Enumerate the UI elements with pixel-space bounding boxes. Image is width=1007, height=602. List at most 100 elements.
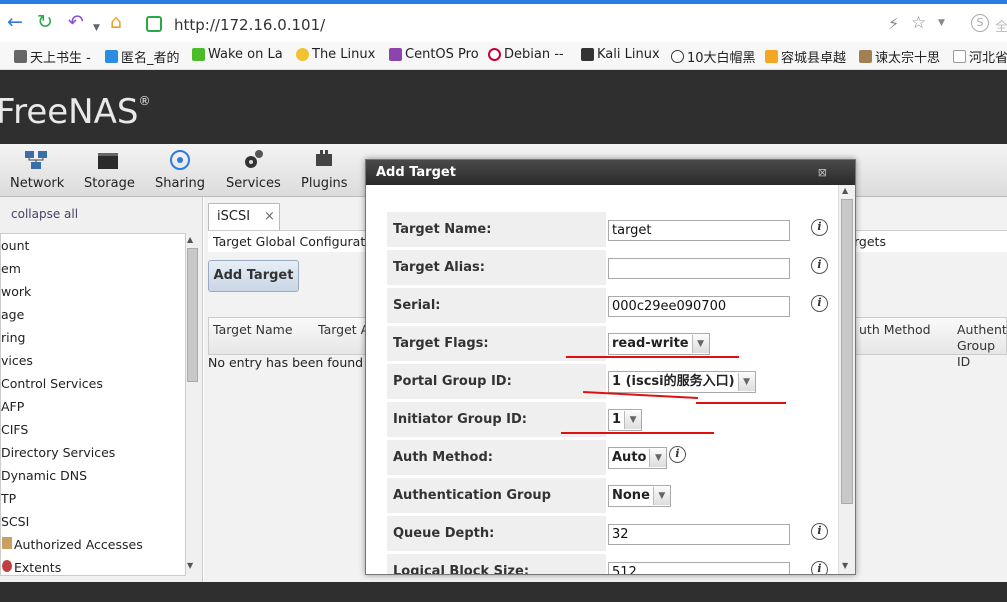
add-target-button[interactable]: Add Target (208, 260, 299, 292)
bookmark[interactable]: 10大白帽黑 (671, 47, 756, 66)
add-target-dialog: Add Target ⊠ Target Name: target Target … (365, 159, 856, 575)
bookmark[interactable]: 匿名_者的 (105, 47, 180, 66)
auth-group-select[interactable]: None ▼ (608, 485, 671, 507)
tree-item[interactable]: TP (1, 491, 16, 506)
target-flags-select[interactable]: read-write ▼ (608, 333, 710, 355)
tree-item[interactable]: Dynamic DNS (1, 468, 87, 483)
lightning-icon[interactable]: ⚡ (888, 14, 899, 33)
info-icon[interactable]: i (811, 219, 828, 236)
tree-item[interactable]: Extents (2, 560, 61, 575)
field-logical-block-size: Logical Block Size: 512 (387, 554, 807, 574)
info-icon[interactable]: i (811, 561, 828, 574)
column-header[interactable]: Authenti Group ID (957, 322, 1007, 370)
bookmark[interactable]: Debian -- (488, 47, 564, 62)
tree-item[interactable]: ring (1, 330, 25, 345)
bookmark[interactable]: The Linux (296, 47, 375, 62)
tab-close-icon[interactable]: × (264, 209, 275, 224)
bookmark[interactable]: 天上书生 - (14, 47, 91, 66)
undo-icon[interactable]: ↶ (68, 12, 84, 32)
lock-icon (2, 537, 12, 549)
scroll-down-icon[interactable]: ▼ (187, 561, 193, 570)
tree-item[interactable]: vices (1, 353, 33, 368)
column-header[interactable]: uth Method (859, 322, 931, 338)
scroll-up-icon[interactable]: ▲ (187, 235, 193, 244)
field-label: Queue Depth: (387, 516, 606, 551)
star-icon[interactable]: ☆ (911, 13, 926, 33)
tree-item[interactable]: em (1, 261, 21, 276)
bookmark[interactable]: Kali Linux (581, 47, 660, 62)
chevron-down-icon: ▼ (652, 487, 670, 505)
info-icon[interactable]: i (811, 257, 828, 274)
bookmark[interactable]: 河北省 (953, 47, 1007, 66)
bookmark[interactable]: Wake on La (192, 47, 283, 62)
scroll-down-icon[interactable]: ▼ (842, 561, 848, 570)
target-alias-input[interactable] (608, 258, 790, 279)
auth-method-select[interactable]: Auto ▼ (608, 447, 668, 469)
info-icon[interactable]: i (669, 446, 686, 463)
tux-icon (296, 48, 309, 61)
subtab-global-config[interactable]: Target Global Configuratio (213, 234, 376, 249)
centos-icon (389, 48, 402, 61)
bookmark-icon (14, 50, 27, 63)
browser-toolbar: ← ↻ ↶ ▼ ⌂ http://172.16.0.101/ ⚡ ☆ ▼ S 全 (0, 0, 1007, 42)
bookmark-icon (765, 50, 778, 63)
nav-tree: ount em work age ring vices Control Serv… (0, 233, 186, 576)
toolbar-services[interactable]: Services (226, 148, 281, 191)
initiator-group-select[interactable]: 1 ▼ (608, 409, 643, 431)
bookmark[interactable]: 容城县卓越 (765, 47, 846, 66)
tree-item[interactable]: SCSI (1, 514, 29, 529)
subtab-targets[interactable]: rgets (854, 234, 886, 249)
tree-item[interactable]: work (1, 284, 31, 299)
home-icon[interactable]: ⌂ (110, 12, 122, 32)
field-queue-depth: Queue Depth: 32 (387, 516, 807, 551)
tree-item[interactable]: age (1, 307, 24, 322)
queue-depth-input[interactable]: 32 (608, 524, 790, 545)
chevron-down-icon: ▼ (649, 449, 667, 467)
tab-iscsi[interactable]: iSCSI × (208, 203, 280, 230)
chevron-down-icon: ▼ (624, 411, 642, 429)
close-icon[interactable]: ⊠ (818, 166, 827, 179)
tree-item[interactable]: Directory Services (1, 445, 115, 460)
tree-item[interactable]: ount (1, 238, 29, 253)
toolbar-network[interactable]: Network (10, 148, 64, 191)
red-underline-annotation (696, 402, 786, 404)
address-bar[interactable]: http://172.16.0.101/ (174, 12, 1004, 38)
scroll-thumb[interactable] (841, 199, 853, 504)
app-header: FreeNAS® (0, 70, 1007, 144)
logical-block-size-input[interactable]: 512 (608, 562, 790, 574)
dialog-scrollbar[interactable]: ▲ ▼ (838, 185, 855, 574)
bookmark[interactable]: CentOS Pro (389, 47, 479, 62)
scroll-up-icon[interactable]: ▲ (842, 186, 848, 195)
storage-icon (98, 153, 118, 169)
undo-dropdown-icon[interactable]: ▼ (93, 18, 100, 38)
menu-dropdown-icon[interactable]: ▼ (938, 18, 945, 28)
plugin-icon (316, 150, 332, 166)
collapse-all-link[interactable]: collapse all (11, 207, 78, 221)
secure-shield-icon (146, 16, 162, 32)
portal-group-select[interactable]: 1 (iscsi的服务入口) ▼ (608, 371, 756, 393)
search-engine-icon[interactable]: S (971, 14, 989, 32)
toolbar-storage[interactable]: Storage (84, 148, 135, 191)
column-header[interactable]: Target Name (213, 322, 293, 338)
field-label: Logical Block Size: (387, 554, 606, 574)
tree-item[interactable]: AFP (1, 399, 24, 414)
serial-input[interactable]: 000c29ee090700 (608, 296, 790, 317)
info-icon[interactable]: i (811, 523, 828, 540)
empty-message: No entry has been found (208, 355, 364, 370)
field-label: Portal Group ID: (387, 364, 606, 399)
freenas-logo: FreeNAS® (0, 92, 151, 132)
reload-icon[interactable]: ↻ (37, 12, 53, 32)
scroll-thumb[interactable] (187, 248, 198, 382)
tree-item[interactable]: Control Services (1, 376, 103, 391)
sidebar-scrollbar[interactable]: ▲ ▼ (185, 233, 200, 576)
target-name-input[interactable]: target (608, 220, 790, 241)
toolbar-plugins[interactable]: Plugins (301, 148, 348, 191)
info-icon[interactable]: i (811, 295, 828, 312)
back-icon[interactable]: ← (7, 12, 23, 32)
bookmark[interactable]: 谏太宗十思 (859, 47, 940, 66)
toolbar-sharing[interactable]: Sharing (155, 148, 205, 191)
tree-item[interactable]: CIFS (1, 422, 28, 437)
column-header[interactable]: Target A (318, 322, 369, 338)
red-underline-annotation (566, 356, 739, 358)
tree-item[interactable]: Authorized Accesses (2, 537, 143, 552)
